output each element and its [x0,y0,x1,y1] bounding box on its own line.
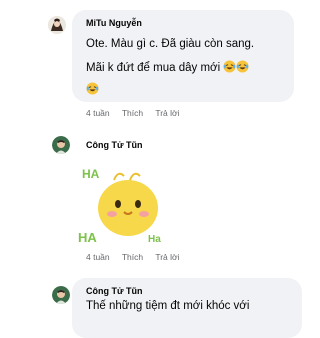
comment-author[interactable]: Công Tử Tũn [86,286,143,296]
sticker-text: HA [82,167,100,181]
comment-author[interactable]: Công Tử Tũn [86,140,143,150]
like-button[interactable]: Thích [122,108,143,118]
sticker-text: Ha [148,234,161,245]
comment-timestamp[interactable]: 4 tuần [86,108,110,118]
avatar[interactable] [52,136,70,154]
comment-2: Công Tử Tũn HA HA Ha 4 tuần Thích Trả lờ… [0,130,320,270]
sticker[interactable]: HA HA Ha [78,160,168,246]
avatar[interactable] [52,286,70,304]
reply-button[interactable]: Trả lời [155,108,179,118]
sticker-text: HA [78,230,97,245]
comment-actions: 4 tuần Thích Trả lời [86,252,190,262]
like-button[interactable]: Thích [122,252,143,262]
comment-author[interactable]: MiTu Nguyễn [86,18,142,28]
comment-3: Công Tử Tũn Thế những tiệm đt mới khóc v… [0,270,320,338]
laughing-crying-face-icon [223,60,236,73]
comment-timestamp[interactable]: 4 tuần [86,252,110,262]
laughing-crying-face-icon [86,82,99,95]
comment-text: Mãi k đứt để mua dây mới [86,62,221,74]
comment-text-line: Mãi k đứt để mua dây mới [86,60,249,74]
comment-text-line: Thế những tiệm đt mới khóc với [86,300,250,312]
reply-button[interactable]: Trả lời [155,252,179,262]
avatar[interactable] [48,16,66,34]
comment-text-line: Ote. Màu gì c. Đã giàu còn sang. [86,38,255,50]
comment-actions: 4 tuần Thích Trả lời [86,108,190,118]
laughing-crying-face-icon [236,60,249,73]
comment-1: MiTu Nguyễn Ote. Màu gì c. Đã giàu còn s… [0,0,320,130]
